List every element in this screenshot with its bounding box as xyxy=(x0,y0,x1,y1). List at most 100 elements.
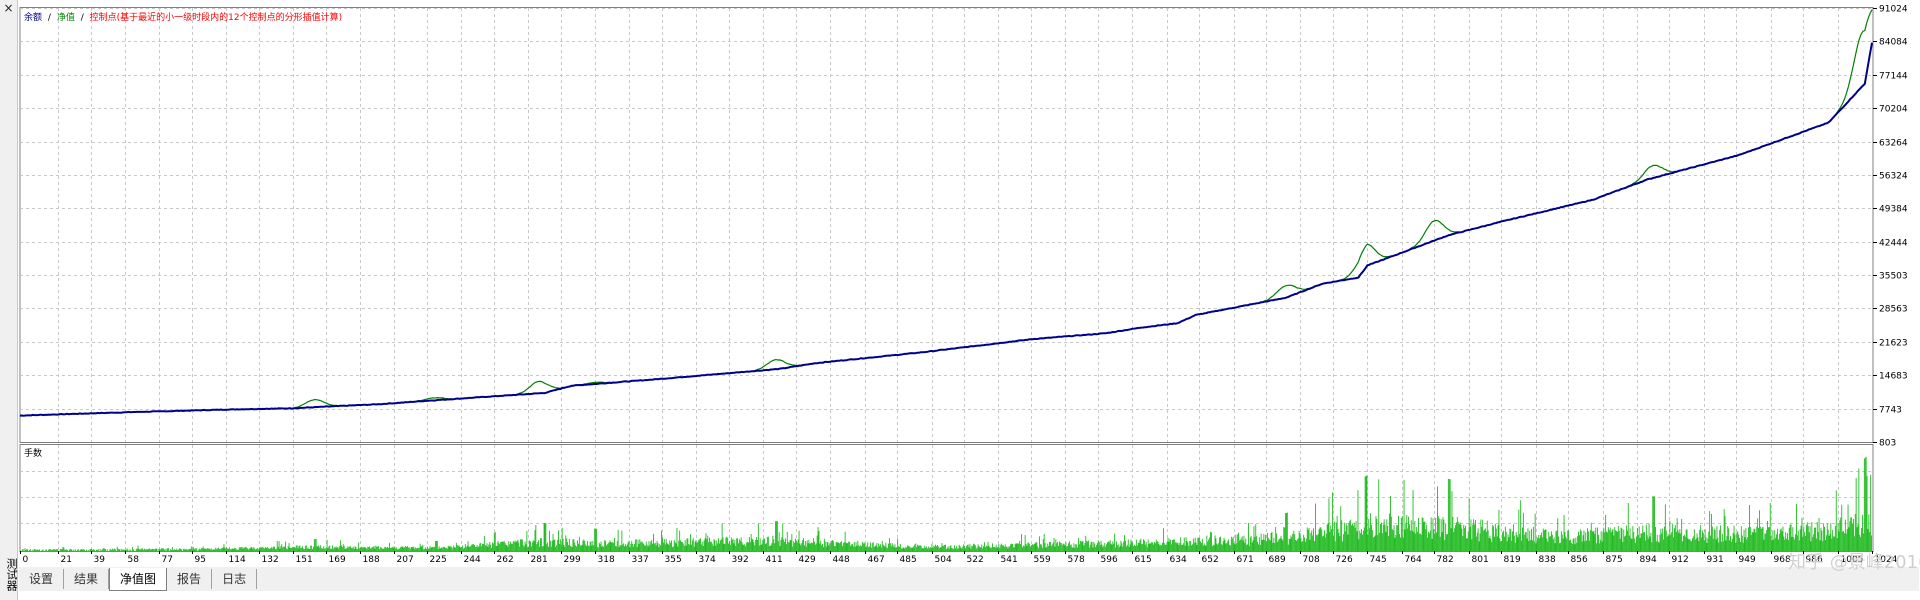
volume-bar xyxy=(1004,544,1006,551)
tab-report[interactable]: 报告 xyxy=(167,569,213,589)
volume-bar xyxy=(635,539,637,551)
volume-bar xyxy=(764,538,766,551)
volume-bar xyxy=(579,545,581,551)
volume-bar xyxy=(1413,532,1415,551)
volume-bar xyxy=(1759,510,1760,551)
volume-bar xyxy=(69,549,71,551)
volume-bar xyxy=(1659,534,1661,551)
volume-bar xyxy=(689,544,691,551)
volume-bar xyxy=(598,542,600,551)
volume-bar xyxy=(1407,528,1409,551)
volume-bar xyxy=(1042,539,1044,551)
volume-bar xyxy=(947,546,949,551)
volume-bar xyxy=(1038,548,1040,551)
volume-bar xyxy=(641,541,643,551)
volume-bar xyxy=(975,548,977,551)
x-tick-label: 894 xyxy=(1640,555,1657,565)
volume-bar xyxy=(1271,531,1273,551)
volume-bar xyxy=(954,545,955,551)
volume-bar xyxy=(1570,539,1571,551)
tab-results[interactable]: 结果 xyxy=(64,569,110,589)
volume-bar xyxy=(1780,528,1782,551)
volume-bar xyxy=(816,535,818,551)
volume-bar xyxy=(1483,530,1485,551)
volume-bar xyxy=(1032,545,1034,551)
volume-bar xyxy=(1473,519,1475,551)
volume-bar xyxy=(278,541,280,551)
volume-bar xyxy=(1628,535,1630,551)
volume-bar xyxy=(60,549,62,551)
volume-bar xyxy=(327,548,329,551)
volume-bar xyxy=(1575,537,1577,551)
volume-bar xyxy=(339,546,341,551)
tab-settings[interactable]: 设置 xyxy=(19,569,65,589)
volume-bar xyxy=(1750,534,1752,551)
volume-bar xyxy=(610,542,612,551)
volume-bar xyxy=(1036,542,1038,551)
volume-bar xyxy=(416,548,417,551)
y-tick-label: 35503 xyxy=(1879,272,1908,282)
volume-bar xyxy=(1284,527,1286,551)
volume-bar xyxy=(29,549,31,551)
volume-bar xyxy=(1666,536,1668,551)
volume-bar xyxy=(1754,528,1756,551)
volume-bar xyxy=(659,544,661,551)
volume-bar xyxy=(911,547,913,551)
x-tick-label: 58 xyxy=(128,555,140,565)
volume-bar xyxy=(306,548,308,551)
x-tick-label: 95 xyxy=(195,555,206,565)
volume-bar xyxy=(1447,478,1449,551)
volume-bar xyxy=(1267,538,1269,551)
volume-bar xyxy=(1708,531,1710,551)
volume-bar xyxy=(1395,535,1397,551)
volume-bar xyxy=(204,548,206,551)
volume-bar xyxy=(501,541,502,551)
volume-bar xyxy=(408,547,410,551)
volume-bar xyxy=(550,546,552,551)
volume-bar xyxy=(673,540,675,551)
tab-journal[interactable]: 日志 xyxy=(212,569,258,589)
volume-bar xyxy=(650,541,652,551)
volume-bar xyxy=(683,545,685,551)
volume-bar xyxy=(106,549,108,551)
volume-bar xyxy=(1496,536,1498,551)
volume-bar xyxy=(877,547,879,551)
volume-bar xyxy=(517,539,519,551)
volume-bar xyxy=(755,540,757,551)
volume-bar xyxy=(898,546,899,551)
volume-bar xyxy=(1522,527,1523,551)
volume-bar xyxy=(1513,524,1514,551)
volume-bar xyxy=(671,540,672,551)
volume-bar xyxy=(648,541,650,551)
volume-bar xyxy=(773,539,775,551)
volume-bar xyxy=(1504,526,1506,551)
volume-bar xyxy=(1134,544,1135,551)
volume-bar xyxy=(1642,525,1644,551)
volume-bar xyxy=(1528,541,1530,551)
volume-bar xyxy=(654,542,656,551)
volume-bar xyxy=(1297,538,1299,551)
volume-bar xyxy=(109,548,111,551)
volume-bar xyxy=(1567,530,1569,551)
volume-bar xyxy=(50,549,52,551)
volume-bar xyxy=(1865,456,1867,551)
volume-bar xyxy=(511,543,513,551)
volume-bar xyxy=(154,549,156,551)
volume-bar xyxy=(1475,520,1476,551)
volume-bar xyxy=(979,547,981,551)
volume-bar xyxy=(1637,535,1639,551)
volume-bar xyxy=(279,548,281,551)
volume-bar xyxy=(1276,533,1277,551)
volume-bar xyxy=(56,549,58,551)
volume-bar xyxy=(502,541,504,551)
volume-bar xyxy=(1273,537,1275,551)
volume-bar xyxy=(458,545,460,551)
volume-bar xyxy=(239,547,241,551)
volume-bar xyxy=(1538,535,1540,551)
volume-bar xyxy=(880,544,881,551)
volume-bar xyxy=(48,549,50,551)
tab-equity-chart[interactable]: 净值图 xyxy=(109,568,168,591)
volume-bar xyxy=(247,548,248,551)
volume-bar xyxy=(1600,531,1602,551)
legend-balance: 余额 xyxy=(24,11,42,23)
